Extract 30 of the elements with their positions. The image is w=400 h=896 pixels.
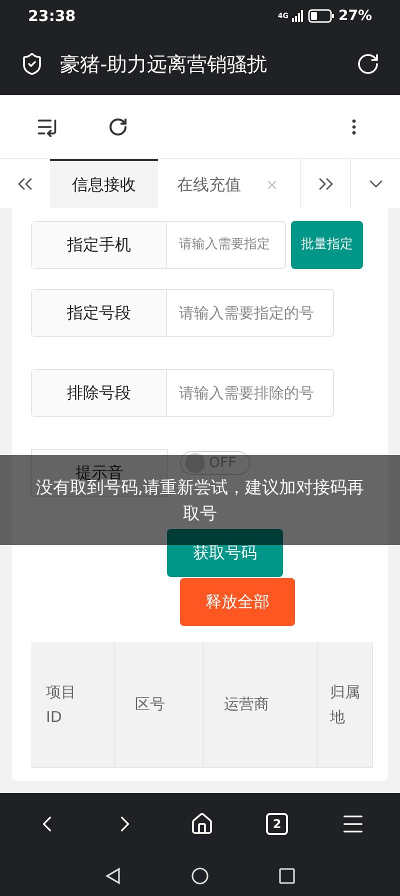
battery-icon xyxy=(308,9,334,23)
recents-square-icon[interactable] xyxy=(279,868,295,884)
column-header: 区号 xyxy=(115,642,204,767)
batch-assign-button[interactable]: 批量指定 xyxy=(291,221,363,269)
get-number-button[interactable]: 获取号码 xyxy=(167,529,283,577)
signal-icon xyxy=(292,10,304,22)
field-label: 指定号段 xyxy=(32,290,167,336)
reload-icon[interactable] xyxy=(356,52,380,76)
input-field[interactable]: 请输入需要排除的号 xyxy=(167,370,333,416)
battery-percent: 27% xyxy=(338,6,372,26)
home-icon[interactable] xyxy=(190,812,214,836)
field-label: 指定手机 xyxy=(32,222,167,268)
page-title: 豪猪-助力远离营销骚扰 xyxy=(60,50,268,78)
input-field[interactable]: 请输入需要指定 xyxy=(167,222,285,268)
column-header: 归属地 xyxy=(318,642,373,767)
status-time: 23:38 xyxy=(28,6,76,27)
back-triangle-icon[interactable] xyxy=(105,866,121,884)
input-group[interactable]: 排除号段 请输入需要排除的号 xyxy=(31,369,334,417)
tab[interactable]: 信息接收 xyxy=(50,159,158,208)
home-circle-icon[interactable] xyxy=(191,866,209,884)
column-header: 运营商 xyxy=(204,642,318,767)
refresh-icon[interactable] xyxy=(108,116,128,136)
tab-count-button[interactable]: 2 xyxy=(266,813,288,835)
input-group[interactable]: 指定号段 请输入需要指定的号 xyxy=(31,289,334,337)
shield-icon xyxy=(20,52,44,76)
field-label: 排除号段 xyxy=(32,370,167,416)
column-header: 项目ID xyxy=(31,642,115,767)
input-field[interactable]: 请输入需要指定的号 xyxy=(167,290,333,336)
tab[interactable]: 在线充值 xyxy=(158,159,298,208)
input-group[interactable]: 指定手机 请输入需要指定 xyxy=(31,221,286,269)
